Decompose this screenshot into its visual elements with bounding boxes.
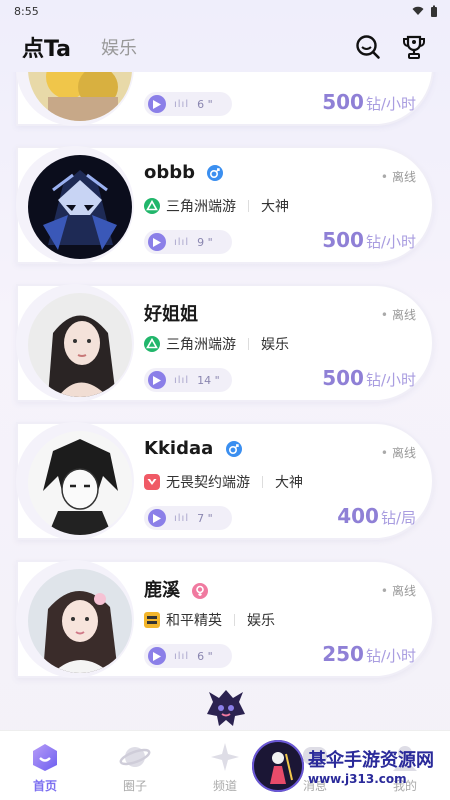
player-role: 大神 <box>275 475 303 491</box>
tab-dianta[interactable]: 点Ta <box>22 31 71 63</box>
price-unit: 钻/小时 <box>365 647 416 665</box>
voice-intro[interactable]: ılıl 6 " <box>144 92 232 116</box>
delta-force-icon <box>144 198 160 214</box>
watermark-title: 基伞手游资源网 <box>308 750 434 771</box>
price-unit: 钻/局 <box>380 509 416 527</box>
voice-duration: 7 " <box>197 511 213 525</box>
price: 500 钻/小时 <box>322 228 416 252</box>
player-list: ılıl 6 " 500 钻/小时 obbb 离线 三角洲端游 大神 ılıl … <box>0 72 450 722</box>
online-status: 离线 <box>381 444 416 461</box>
price-value: 500 <box>322 366 364 390</box>
voice-intro[interactable]: ılıl 7 " <box>144 506 232 530</box>
player-name: 鹿溪 <box>144 576 209 602</box>
game-name: 三角洲端游 <box>166 337 236 353</box>
status-icons <box>412 5 438 17</box>
sparkle-icon <box>211 743 239 771</box>
player-name: 好姐姐 <box>144 304 198 325</box>
tab-yule[interactable]: 娱乐 <box>101 34 137 60</box>
voice-duration: 9 " <box>197 235 213 249</box>
header: 点Ta 娱乐 <box>0 28 450 66</box>
play-icon <box>148 233 166 251</box>
player-role: 大神 <box>261 199 289 215</box>
voice-intro[interactable]: ılıl 6 " <box>144 644 232 668</box>
voice-intro[interactable]: ılıl 14 " <box>144 368 232 392</box>
online-status: 离线 <box>381 582 416 599</box>
avatar <box>28 431 132 535</box>
price-value: 500 <box>322 90 364 114</box>
voice-intro[interactable]: ılıl 9 " <box>144 230 232 254</box>
price-unit: 钻/小时 <box>365 371 416 389</box>
nav-circle-label: 圈子 <box>122 779 147 793</box>
online-status: 离线 <box>381 168 416 185</box>
waveform-icon: ılıl <box>174 98 190 110</box>
online-status: 离线 <box>381 306 416 323</box>
player-card[interactable]: 好姐姐 离线 三角洲端游 娱乐 ılıl 14 " 500 钻/小时 <box>16 284 434 402</box>
wifi-icon <box>412 6 424 15</box>
mascot-icon <box>207 690 245 726</box>
search-button[interactable] <box>354 33 382 61</box>
player-card[interactable]: 鹿溪 离线 和平精英 娱乐 ılıl 6 " 250 钻/小时 <box>16 560 434 678</box>
player-card[interactable]: obbb 离线 三角洲端游 大神 ılıl 9 " 500 钻/小时 <box>16 146 434 264</box>
avatar <box>28 569 132 673</box>
waveform-icon: ılıl <box>174 374 190 386</box>
male-icon <box>225 441 242 457</box>
game-info: 无畏契约端游 大神 <box>144 472 303 492</box>
play-icon <box>148 509 166 527</box>
game-info: 三角洲端游 大神 <box>144 196 289 216</box>
search-icon <box>356 35 380 59</box>
waveform-icon: ılıl <box>174 650 190 662</box>
planet-icon <box>119 747 151 767</box>
price-value: 400 <box>337 504 379 528</box>
waveform-icon: ılıl <box>174 512 190 524</box>
price-unit: 钻/小时 <box>365 233 416 251</box>
nav-home-label: 首页 <box>32 779 57 793</box>
price: 400 钻/局 <box>337 504 416 528</box>
watermark: 基伞手游资源网 www.j313.com <box>252 738 448 794</box>
female-icon <box>192 583 209 599</box>
valorant-icon <box>144 474 160 490</box>
player-card[interactable]: ılıl 6 " 500 钻/小时 <box>16 72 434 126</box>
game-name: 和平精英 <box>166 613 222 629</box>
game-info: 和平精英 娱乐 <box>144 610 275 630</box>
nav-home[interactable]: 首页 <box>5 741 85 794</box>
nav-circle[interactable]: 圈子 <box>95 741 175 794</box>
price: 250 钻/小时 <box>322 642 416 666</box>
peace-elite-icon <box>144 612 160 628</box>
play-icon <box>148 371 166 389</box>
trophy-button[interactable] <box>400 33 428 61</box>
price: 500 钻/小时 <box>322 90 416 114</box>
game-name: 三角洲端游 <box>166 199 236 215</box>
watermark-url: www.j313.com <box>308 772 407 786</box>
voice-duration: 6 " <box>197 649 213 663</box>
player-name: obbb <box>144 162 224 183</box>
price-value: 250 <box>322 642 364 666</box>
status-bar: 8:55 <box>0 0 450 22</box>
player-role: 娱乐 <box>247 613 275 629</box>
status-time: 8:55 <box>14 4 39 18</box>
battery-icon <box>431 5 437 17</box>
price-value: 500 <box>322 228 364 252</box>
voice-duration: 6 " <box>197 97 213 111</box>
game-info: 三角洲端游 娱乐 <box>144 334 289 354</box>
waveform-icon: ılıl <box>174 236 190 248</box>
delta-force-icon <box>144 336 160 352</box>
voice-duration: 14 " <box>197 373 220 387</box>
player-name: Kkidaa <box>144 438 242 459</box>
trophy-icon <box>403 35 425 59</box>
male-icon <box>207 165 224 181</box>
price-unit: 钻/小时 <box>365 95 416 113</box>
game-name: 无畏契约端游 <box>166 475 250 491</box>
nav-channel-label: 频道 <box>212 779 237 793</box>
player-role: 娱乐 <box>261 337 289 353</box>
avatar <box>28 293 132 397</box>
avatar <box>28 155 132 259</box>
header-icons <box>354 33 428 61</box>
price: 500 钻/小时 <box>322 366 416 390</box>
home-icon <box>33 744 57 771</box>
player-card[interactable]: Kkidaa 离线 无畏契约端游 大神 ılıl 7 " 400 钻/局 <box>16 422 434 540</box>
play-icon <box>148 95 166 113</box>
watermark-logo-icon <box>252 740 304 792</box>
play-icon <box>148 647 166 665</box>
